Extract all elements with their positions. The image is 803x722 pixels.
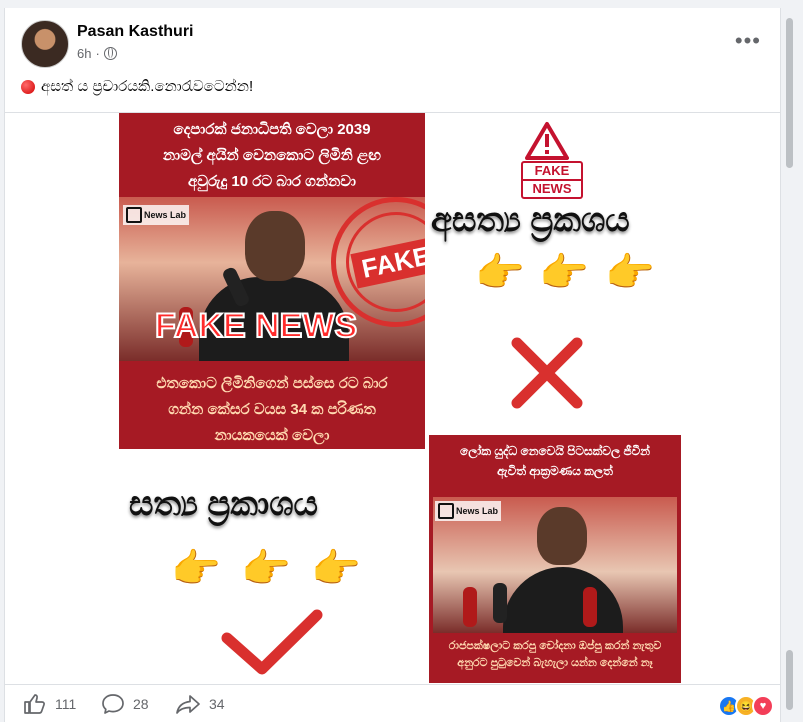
fake-poster-top-text: දෙපාරක් ජනාධිපති වෙලා 2039 නාමල් අයින් ව… [163,121,381,190]
pointing-hand-icon: 👉 [171,547,221,591]
pointing-hand-icon: 👉 [241,547,291,591]
fake-news-overlay: FAKE NEWS [154,306,358,346]
true-poster: ලෝක යුද්ධ නෙවෙයි පිටසක්වල ජීවීන් ඇවිත් ආ… [429,435,681,683]
thumbs-up-icon [24,694,45,714]
love-reaction-icon: ♥ [752,695,774,717]
reactions-summary[interactable]: 👍 😆 ♥ [718,695,774,717]
share-button[interactable]: 34 [175,693,225,715]
pointing-hand-icon: 👉 [539,251,589,295]
true-poster-bottom-text: රාජපක්ෂලාට කරපු චෝදනා ඔප්පු කරන් නැතුව අ… [448,640,662,669]
post-image[interactable]: දෙපාරක් ජනාධිපති වෙලා 2039 නාමල් අයින් ව… [5,113,780,683]
true-statement-label: සත්‍ය ප්‍රකාශය [129,485,318,523]
comment-button[interactable]: 28 [101,693,149,715]
author-name[interactable]: Pasan Kasthuri [77,23,193,41]
speaker-photo: News Lab FAKE NEWS FAKE [119,197,425,361]
post-card: Pasan Kasthuri 6h · ••• අසත් ය ප්‍රචාරයක… [4,8,781,722]
mic-icon [493,583,507,623]
pointing-hand-icon: 👉 [475,251,525,295]
pointing-hand-icon: 👉 [311,547,361,591]
warning-icon [525,122,569,160]
true-poster-top-text: ලෝක යුද්ධ නෙවෙයි පිටසක්වල ජීවීන් ඇවිත් ආ… [460,444,650,478]
speaker-head [245,211,305,281]
post-caption: අසත් ය ප්‍රචාරයකි.නොරැවටෙන්න! [21,78,253,95]
speaker-photo: News Lab [433,497,677,633]
avatar[interactable] [21,20,69,68]
speaker-head [537,507,587,565]
scrollbar-thumb-lower[interactable] [786,650,793,710]
newslab-logo: News Lab [435,501,502,521]
newslab-logo: News Lab [123,205,190,225]
post-header: Pasan Kasthuri 6h · ••• [21,20,761,70]
caption-text: අසත් ය ප්‍රචාරයකි.නොරැවටෙන්න! [41,78,254,95]
more-options-icon[interactable]: ••• [735,28,761,54]
mic-icon [583,587,597,627]
share-icon [176,695,200,714]
post-time[interactable]: 6h [77,46,91,61]
newspaper-icon [438,503,454,519]
fake-news-badge: FAKE NEWS [521,161,583,199]
fake-poster: දෙපාරක් ජනාධිපති වෙලා 2039 නාමල් අයින් ව… [119,113,425,449]
red-circle-icon [21,79,35,94]
globe-icon [103,47,117,60]
scrollbar-thumb[interactable] [786,18,793,168]
false-statement-label: අසත්‍ය ප්‍රකශය [431,201,630,239]
mic-icon [463,587,477,627]
like-button[interactable]: 111 [23,693,76,715]
pointing-hand-icon: 👉 [605,251,655,295]
cross-icon [511,337,583,409]
like-count: 111 [55,696,77,712]
newspaper-icon [126,207,142,223]
share-count: 34 [209,696,225,712]
fake-poster-bottom-text: එතකොට ලිමිනිගෙන් පස්සෙ රට බාර ගන්න කේසර … [156,375,388,444]
checkmark-icon [221,609,323,675]
post-footer: 111 28 34 👍 😆 ♥ [5,684,780,722]
comment-count: 28 [133,696,149,712]
post-meta: 6h · [77,46,117,61]
speaker-body [503,567,623,633]
comment-icon [102,694,124,714]
